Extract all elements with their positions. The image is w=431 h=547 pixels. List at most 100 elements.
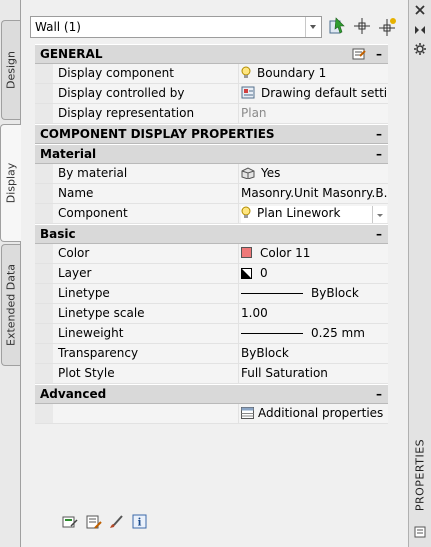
collapse-icon[interactable]: – bbox=[376, 145, 382, 163]
chevron-down-icon[interactable] bbox=[305, 17, 321, 37]
brush-icon[interactable] bbox=[108, 514, 124, 530]
property-label: Layer bbox=[58, 266, 92, 280]
toggle-pickadd-button[interactable] bbox=[376, 16, 398, 38]
property-value[interactable]: Masonry.Unit Masonry.B... bbox=[241, 186, 387, 200]
collapse-icon[interactable]: – bbox=[376, 125, 382, 143]
row-gutter bbox=[35, 284, 53, 303]
property-value-text: Additional properties bbox=[258, 406, 384, 420]
column-divider bbox=[238, 264, 239, 283]
property-value-text: Plan Linework bbox=[257, 206, 341, 220]
properties-list-icon[interactable] bbox=[86, 514, 102, 530]
property-row[interactable]: Component Plan Linework bbox=[35, 204, 388, 224]
color-swatch bbox=[241, 247, 252, 258]
property-label: Component bbox=[58, 206, 128, 220]
property-label: Display controlled by bbox=[58, 86, 185, 100]
lightbulb-icon bbox=[241, 206, 251, 218]
property-value[interactable]: Yes bbox=[241, 166, 387, 180]
property-value-text: 0.25 mm bbox=[311, 326, 365, 340]
layer-icon bbox=[241, 268, 252, 279]
object-selector-dropdown[interactable]: Wall (1) bbox=[30, 16, 322, 38]
gear-icon[interactable] bbox=[413, 42, 427, 56]
property-row[interactable]: Additional properties bbox=[35, 404, 388, 424]
column-divider bbox=[238, 304, 239, 323]
row-gutter bbox=[35, 184, 53, 203]
edit-table-icon[interactable] bbox=[62, 514, 78, 530]
row-gutter bbox=[35, 84, 53, 103]
property-value-text: Yes bbox=[261, 166, 281, 180]
property-value[interactable]: 0.25 mm bbox=[241, 326, 387, 340]
property-value[interactable]: Full Saturation bbox=[241, 366, 387, 380]
column-divider bbox=[238, 324, 239, 343]
property-row[interactable]: Color Color 11 bbox=[35, 244, 388, 264]
section-header-advanced[interactable]: Advanced – bbox=[35, 384, 388, 404]
property-value[interactable]: 0 bbox=[241, 266, 387, 280]
additional-properties-button[interactable]: Additional properties bbox=[241, 406, 387, 420]
select-objects-button[interactable] bbox=[352, 16, 374, 38]
property-row[interactable]: Display component Boundary 1 bbox=[35, 64, 388, 84]
row-gutter bbox=[35, 164, 53, 183]
pickadd-icon bbox=[379, 18, 396, 36]
tab-extended-data[interactable]: Extended Data bbox=[1, 244, 20, 366]
property-row[interactable]: Display controlled by Drawing default se… bbox=[35, 84, 388, 104]
collapse-icon[interactable]: – bbox=[376, 45, 382, 63]
palette-icon bbox=[414, 526, 426, 538]
property-row[interactable]: Linetype ByBlock bbox=[35, 284, 388, 304]
tab-display[interactable]: Display bbox=[0, 124, 21, 242]
row-gutter bbox=[35, 404, 53, 423]
crosshair-icon bbox=[354, 18, 370, 34]
property-value[interactable]: Plan Linework bbox=[241, 206, 387, 223]
section-header-basic[interactable]: Basic – bbox=[35, 224, 388, 244]
collapse-icon[interactable]: – bbox=[376, 385, 382, 403]
column-divider bbox=[238, 84, 239, 103]
property-value[interactable]: Color 11 bbox=[241, 246, 387, 260]
tab-design-label: Design bbox=[4, 51, 18, 89]
quick-select-icon bbox=[329, 17, 345, 34]
property-row[interactable]: Transparency ByBlock bbox=[35, 344, 388, 364]
section-title: COMPONENT DISPLAY PROPERTIES bbox=[40, 127, 275, 141]
property-label: Transparency bbox=[58, 346, 139, 360]
auto-hide-icon[interactable] bbox=[414, 24, 426, 36]
lightbulb-icon bbox=[241, 66, 251, 78]
property-value[interactable]: ByBlock bbox=[241, 346, 387, 360]
property-row[interactable]: By material Yes bbox=[35, 164, 388, 184]
section-header-general[interactable]: GENERAL – bbox=[35, 44, 388, 64]
section-title: Basic bbox=[40, 227, 76, 241]
chevron-down-icon[interactable] bbox=[372, 206, 387, 223]
close-icon[interactable] bbox=[414, 4, 426, 16]
quick-select-button[interactable] bbox=[328, 16, 350, 38]
section-header-material[interactable]: Material – bbox=[35, 144, 388, 164]
info-icon[interactable]: i bbox=[132, 514, 148, 530]
column-divider bbox=[238, 364, 239, 383]
property-label: Plot Style bbox=[58, 366, 115, 380]
section-title: GENERAL bbox=[40, 47, 103, 61]
section-title: Material bbox=[40, 147, 97, 161]
main-panel: Wall (1) GENERAL – Display component Bou… bbox=[22, 0, 408, 547]
tab-extended-data-label: Extended Data bbox=[4, 263, 18, 347]
section-header-component-display[interactable]: COMPONENT DISPLAY PROPERTIES – bbox=[35, 124, 388, 144]
property-value[interactable]: Drawing default setti... bbox=[241, 86, 387, 100]
row-gutter bbox=[35, 364, 53, 383]
collapse-icon[interactable]: – bbox=[376, 225, 382, 243]
row-gutter bbox=[35, 304, 53, 323]
svg-text:i: i bbox=[138, 518, 142, 529]
property-value-text: Boundary 1 bbox=[257, 66, 327, 80]
palette-title: PROPERTIES bbox=[413, 438, 427, 512]
column-divider bbox=[238, 104, 239, 123]
property-row[interactable]: Linetype scale 1.00 bbox=[35, 304, 388, 324]
property-value[interactable]: Boundary 1 bbox=[241, 66, 387, 80]
row-gutter bbox=[35, 64, 53, 83]
property-value[interactable]: 1.00 bbox=[241, 306, 387, 320]
property-row[interactable]: Plot Style Full Saturation bbox=[35, 364, 388, 384]
linetype-sample bbox=[241, 293, 303, 294]
property-row[interactable]: Layer 0 bbox=[35, 264, 388, 284]
tab-design[interactable]: Design bbox=[1, 20, 20, 120]
quick-properties-icon[interactable] bbox=[352, 47, 366, 61]
property-value-text: Drawing default setti... bbox=[261, 86, 387, 100]
selection-toolbar: Wall (1) bbox=[30, 14, 407, 40]
palette-title-bar[interactable]: PROPERTIES bbox=[408, 0, 431, 547]
property-label: Display representation bbox=[58, 106, 195, 120]
property-value[interactable]: ByBlock bbox=[241, 286, 387, 300]
property-row[interactable]: Name Masonry.Unit Masonry.B... bbox=[35, 184, 388, 204]
property-label: Display component bbox=[58, 66, 174, 80]
property-row[interactable]: Lineweight 0.25 mm bbox=[35, 324, 388, 344]
